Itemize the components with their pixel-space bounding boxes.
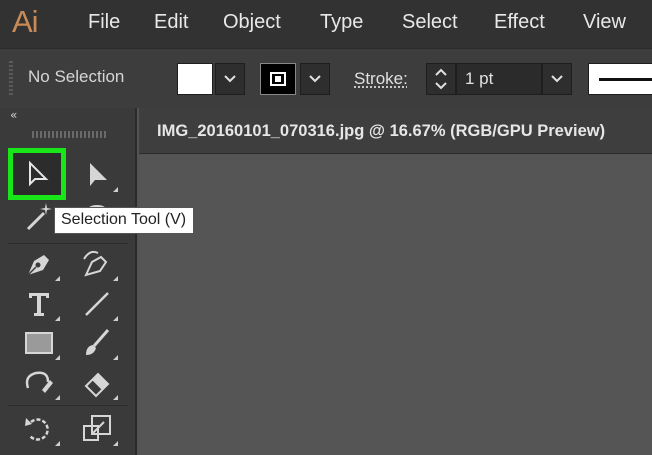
shaper-tool[interactable]	[16, 364, 62, 402]
eraser-icon	[84, 372, 110, 398]
chevron-down-icon	[551, 75, 563, 83]
stepper-arrows-icon	[435, 68, 447, 90]
line-segment-tool[interactable]	[74, 285, 120, 323]
menu-view[interactable]: View	[583, 11, 626, 34]
menu-file[interactable]: File	[88, 11, 120, 34]
scale-icon	[83, 415, 111, 441]
stroke-label[interactable]: Stroke:	[354, 69, 408, 89]
panel-grip[interactable]	[32, 131, 106, 138]
shaper-icon	[25, 371, 53, 393]
rotate-icon	[25, 418, 49, 441]
pen-nib-icon	[27, 255, 49, 276]
menu-bar: Ai File Edit Object Type Select Effect V…	[0, 0, 652, 48]
chevron-down-icon	[224, 75, 236, 83]
menu-edit[interactable]: Edit	[154, 11, 188, 34]
stroke-dropdown-button[interactable]	[300, 63, 330, 95]
scale-tool[interactable]	[74, 410, 120, 448]
menu-effect[interactable]: Effect	[494, 11, 545, 34]
magic-wand-icon	[26, 203, 52, 231]
eraser-tool[interactable]	[74, 364, 120, 402]
paintbrush-icon	[86, 329, 110, 355]
stroke-weight-dropdown-button[interactable]	[542, 63, 572, 95]
selection-tool[interactable]	[8, 148, 66, 200]
control-bar-grip[interactable]	[9, 61, 13, 95]
collapse-panel-button[interactable]: «	[10, 108, 17, 122]
control-bar: No Selection Stroke: 1 pt	[0, 48, 652, 108]
toolbar-separator	[8, 243, 128, 244]
document-tab-title: IMG_20160101_070316.jpg @ 16.67% (RGB/GP…	[157, 122, 606, 140]
menu-type[interactable]: Type	[320, 11, 363, 34]
chevron-down-icon	[309, 75, 321, 83]
direct-selection-arrow-icon	[90, 163, 107, 186]
curvature-tool[interactable]	[74, 245, 120, 283]
stroke-weight-stepper[interactable]	[426, 63, 456, 95]
fill-dropdown-button[interactable]	[215, 63, 245, 95]
artboard-canvas[interactable]	[139, 155, 652, 455]
selection-arrow-icon	[29, 160, 49, 187]
toolbar-separator	[8, 405, 128, 406]
type-t-icon	[29, 293, 49, 316]
fill-color-swatch[interactable]	[177, 63, 213, 95]
stroke-profile-preview[interactable]	[588, 63, 652, 95]
stroke-swatch-icon	[270, 72, 286, 86]
stroke-weight-field[interactable]: 1 pt	[456, 63, 542, 95]
paintbrush-tool[interactable]	[74, 324, 120, 362]
rotate-tool[interactable]	[16, 410, 62, 448]
menu-select[interactable]: Select	[402, 11, 458, 34]
rectangle-tool[interactable]	[16, 324, 62, 362]
type-tool[interactable]	[16, 285, 62, 323]
rectangle-icon	[25, 332, 53, 354]
curvature-pen-icon	[83, 250, 108, 277]
document-tab[interactable]: IMG_20160101_070316.jpg @ 16.67% (RGB/GP…	[139, 108, 652, 154]
stroke-color-swatch[interactable]	[260, 63, 296, 95]
selection-tool-tooltip: Selection Tool (V)	[54, 207, 195, 234]
line-segment-icon	[85, 292, 109, 316]
direct-selection-tool[interactable]	[74, 156, 120, 194]
pen-tool[interactable]	[16, 245, 62, 283]
selection-status: No Selection	[28, 67, 125, 86]
menu-object[interactable]: Object	[223, 11, 281, 34]
illustrator-logo: Ai	[12, 4, 39, 39]
